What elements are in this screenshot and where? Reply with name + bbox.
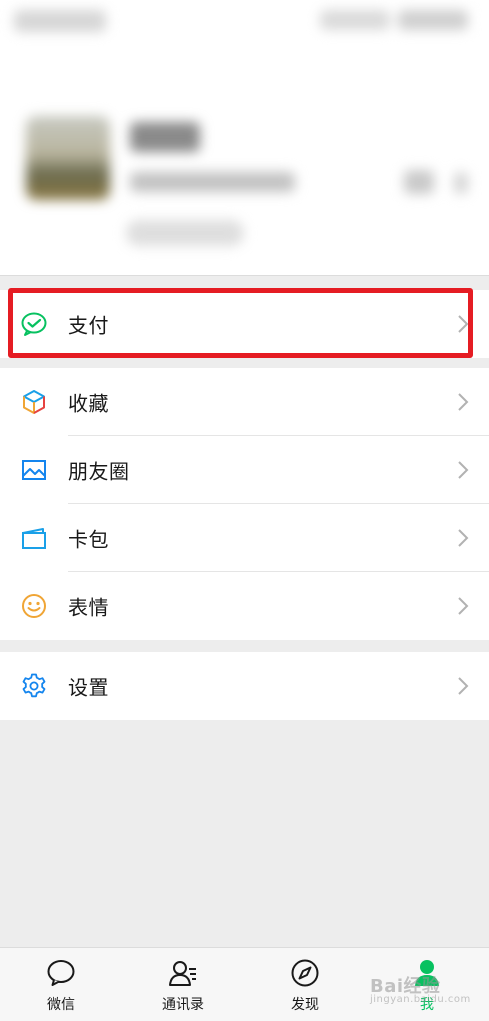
menu-item-pay[interactable]: 支付 xyxy=(0,290,489,358)
status-bar-left xyxy=(14,10,106,32)
chat-bubble-icon xyxy=(47,960,75,986)
avatar[interactable] xyxy=(26,116,110,200)
chevron-right-icon xyxy=(458,597,469,615)
menu-item-label: 设置 xyxy=(68,675,109,700)
profile-header[interactable] xyxy=(0,0,489,276)
menu-item-label: 表情 xyxy=(68,595,109,620)
tab-contacts[interactable]: 通讯录 xyxy=(122,948,244,1021)
chevron-right-icon xyxy=(458,315,469,333)
menu-item-stickers[interactable]: 表情 xyxy=(0,572,489,640)
blurred-profile-content xyxy=(0,0,489,275)
qr-code-icon[interactable] xyxy=(404,170,434,194)
compass-icon xyxy=(291,959,319,987)
profile-name xyxy=(130,122,200,152)
tab-label: 通讯录 xyxy=(162,997,204,1013)
menu-item-label: 朋友圈 xyxy=(68,459,130,484)
tab-chats[interactable]: 微信 xyxy=(0,948,122,1021)
chevron-right-icon xyxy=(458,529,469,547)
chevron-right-icon xyxy=(458,393,469,411)
status-bar-battery xyxy=(398,10,468,30)
image-icon xyxy=(20,456,48,484)
pay-icon xyxy=(20,310,48,338)
status-chip[interactable] xyxy=(126,220,244,246)
menu-item-cards[interactable]: 卡包 xyxy=(0,504,489,572)
profile-id xyxy=(130,172,295,192)
smiley-icon xyxy=(20,592,48,620)
chevron-right-icon xyxy=(454,172,468,194)
menu-item-moments[interactable]: 朋友圈 xyxy=(0,436,489,504)
chevron-right-icon xyxy=(458,677,469,695)
tab-label: 微信 xyxy=(47,997,75,1013)
contacts-icon xyxy=(169,961,196,986)
card-wallet-icon xyxy=(20,524,48,552)
menu-item-label: 支付 xyxy=(68,313,109,338)
status-bar-right xyxy=(320,10,390,30)
cube-icon xyxy=(20,388,48,416)
watermark-subtext: jingyan.baidu.com xyxy=(370,994,471,1005)
watermark: Bai经验 jingyan.baidu.com xyxy=(370,972,471,1005)
me-page: 支付 收藏 朋友圈 卡包 表情 设置 微信 通讯录 发现 我 Bai经验 jin… xyxy=(0,0,489,1021)
tab-label: 发现 xyxy=(291,997,319,1013)
menu-item-label: 收藏 xyxy=(68,391,109,416)
gear-icon xyxy=(20,672,48,700)
tab-discover[interactable]: 发现 xyxy=(244,948,366,1021)
menu-item-label: 卡包 xyxy=(68,527,109,552)
menu-item-settings[interactable]: 设置 xyxy=(0,652,489,720)
menu-item-favorites[interactable]: 收藏 xyxy=(0,368,489,436)
chevron-right-icon xyxy=(458,461,469,479)
